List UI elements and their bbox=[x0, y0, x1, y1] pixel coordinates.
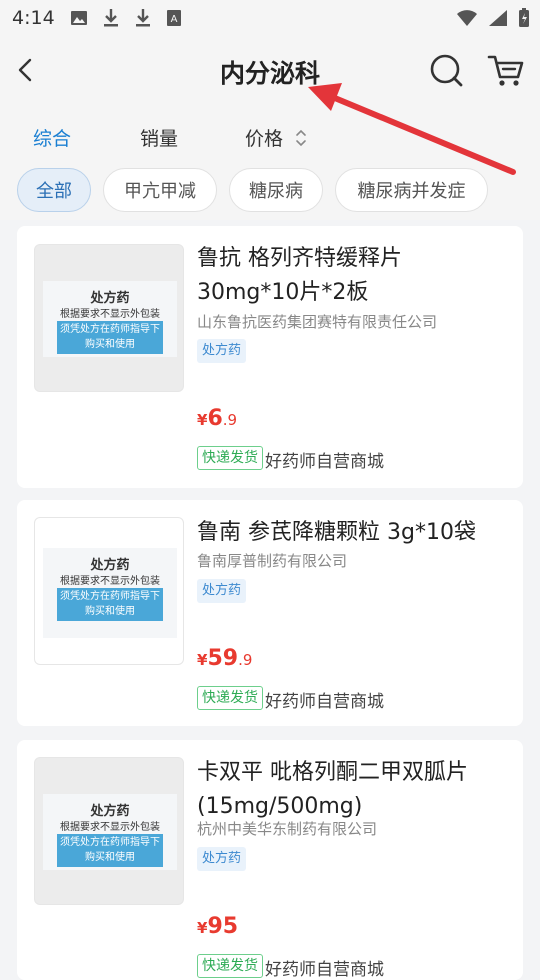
sort-tab-comprehensive[interactable]: 综合 bbox=[33, 124, 71, 151]
product-card[interactable]: 处方药 根据要求不显示外包装 须凭处方在药师指导下 购买和使用 卡双平 吡格列酮二… bbox=[17, 740, 523, 980]
placeholder-band: 须凭处方在药师指导下 购买和使用 bbox=[57, 588, 163, 621]
product-price: ¥59.9 bbox=[197, 646, 252, 671]
product-card[interactable]: 处方药 根据要求不显示外包装 须凭处方在药师指导下 购买和使用 鲁抗 格列齐特缓释… bbox=[17, 226, 523, 488]
price-integer: 6 bbox=[207, 406, 223, 431]
wifi-icon bbox=[457, 10, 477, 26]
shipping-badge: 快递发货 bbox=[197, 954, 263, 978]
download-icon-2 bbox=[136, 9, 150, 27]
placeholder-subtitle: 根据要求不显示外包装 bbox=[60, 309, 160, 320]
product-name: 鲁南 参芪降糖颗粒 3g*10袋 bbox=[197, 520, 476, 545]
product-price: ¥6.9 bbox=[197, 406, 237, 431]
product-manufacturer: 杭州中美华东制药有限公司 bbox=[197, 820, 378, 838]
prescription-placeholder: 处方药 根据要求不显示外包装 须凭处方在药师指导下 购买和使用 bbox=[43, 548, 177, 638]
placeholder-band-line1: 须凭处方在药师指导下 bbox=[60, 324, 160, 335]
store-name[interactable]: 好药师自营商城 bbox=[265, 955, 384, 980]
price-currency: ¥ bbox=[197, 651, 208, 669]
prescription-tag: 处方药 bbox=[197, 579, 247, 603]
battery-icon bbox=[519, 8, 529, 27]
store-name[interactable]: 好药师自营商城 bbox=[265, 687, 384, 712]
prescription-placeholder: 处方药 根据要求不显示外包装 须凭处方在药师指导下 购买和使用 bbox=[43, 281, 177, 357]
product-image: 处方药 根据要求不显示外包装 须凭处方在药师指导下 购买和使用 bbox=[34, 244, 184, 392]
product-manufacturer: 鲁南厚普制药有限公司 bbox=[197, 552, 348, 570]
price-integer: 59 bbox=[207, 646, 239, 671]
placeholder-band-line1: 须凭处方在药师指导下 bbox=[60, 591, 160, 602]
sort-bar: 综合 销量 价格 bbox=[0, 104, 540, 160]
placeholder-subtitle: 根据要求不显示外包装 bbox=[60, 576, 160, 587]
prescription-tag: 处方药 bbox=[197, 339, 247, 363]
price-decimal: .9 bbox=[222, 411, 238, 429]
placeholder-subtitle: 根据要求不显示外包装 bbox=[60, 822, 160, 833]
price-decimal: .9 bbox=[238, 651, 253, 669]
chip-all[interactable]: 全部 bbox=[17, 168, 91, 212]
placeholder-band-line2: 购买和使用 bbox=[85, 339, 135, 350]
placeholder-title: 处方药 bbox=[90, 804, 130, 819]
prescription-tag: 处方药 bbox=[197, 847, 247, 871]
placeholder-title: 处方药 bbox=[90, 291, 130, 306]
price-currency: ¥ bbox=[197, 919, 208, 937]
placeholder-title: 处方药 bbox=[90, 558, 130, 573]
chip-diabetes-complications[interactable]: 糖尿病并发症 bbox=[335, 168, 488, 212]
store-name[interactable]: 好药师自营商城 bbox=[265, 447, 384, 472]
category-filter-chips: 全部 甲亢甲减 糖尿病 糖尿病并发症 bbox=[0, 160, 540, 220]
placeholder-band-line1: 须凭处方在药师指导下 bbox=[60, 837, 160, 848]
price-currency: ¥ bbox=[197, 411, 208, 429]
download-icon bbox=[104, 9, 118, 27]
placeholder-band: 须凭处方在药师指导下 购买和使用 bbox=[57, 321, 163, 354]
product-image: 处方药 根据要求不显示外包装 须凭处方在药师指导下 购买和使用 bbox=[34, 757, 184, 905]
image-icon bbox=[71, 11, 87, 25]
product-price: ¥95 bbox=[197, 914, 238, 939]
sort-tab-sales[interactable]: 销量 bbox=[140, 124, 178, 151]
prescription-placeholder: 处方药 根据要求不显示外包装 须凭处方在药师指导下 购买和使用 bbox=[43, 794, 177, 870]
search-icon[interactable] bbox=[428, 52, 464, 88]
sort-tab-price[interactable]: 价格 bbox=[245, 124, 307, 151]
shopping-cart-icon[interactable] bbox=[487, 52, 525, 88]
chip-diabetes[interactable]: 糖尿病 bbox=[229, 168, 323, 212]
shipping-badge: 快递发货 bbox=[197, 446, 263, 470]
placeholder-band-line2: 购买和使用 bbox=[85, 606, 135, 617]
signal-icon bbox=[489, 10, 507, 26]
top-navigation-bar: 内分泌科 bbox=[0, 38, 540, 104]
product-name: 卡双平 吡格列酮二甲双胍片 (15mg/500mg) 15mg:0.5g*3..… bbox=[197, 760, 468, 819]
product-image: 处方药 根据要求不显示外包装 须凭处方在药师指导下 购买和使用 bbox=[34, 517, 184, 665]
product-card[interactable]: 处方药 根据要求不显示外包装 须凭处方在药师指导下 购买和使用 鲁南 参芪降糖颗粒… bbox=[17, 500, 523, 726]
shipping-badge: 快递发货 bbox=[197, 686, 263, 710]
status-system-icons bbox=[456, 8, 530, 28]
sort-tab-price-label: 价格 bbox=[245, 128, 284, 150]
placeholder-band-line2: 购买和使用 bbox=[85, 852, 135, 863]
status-notification-icons: A bbox=[70, 8, 182, 28]
status-bar: 4:14 A bbox=[0, 0, 540, 38]
a-app-icon: A bbox=[167, 10, 181, 26]
status-time: 4:14 bbox=[12, 7, 55, 29]
product-manufacturer: 山东鲁抗医药集团赛特有限责任公司 bbox=[197, 313, 438, 331]
placeholder-band: 须凭处方在药师指导下 购买和使用 bbox=[57, 834, 163, 867]
price-integer: 95 bbox=[207, 914, 239, 939]
chip-thyroid[interactable]: 甲亢甲减 bbox=[103, 168, 217, 212]
sort-toggle-icon bbox=[296, 129, 306, 147]
product-name: 鲁抗 格列齐特缓释片 30mg*10片*2板 bbox=[197, 246, 402, 305]
svg-text:A: A bbox=[171, 14, 178, 25]
